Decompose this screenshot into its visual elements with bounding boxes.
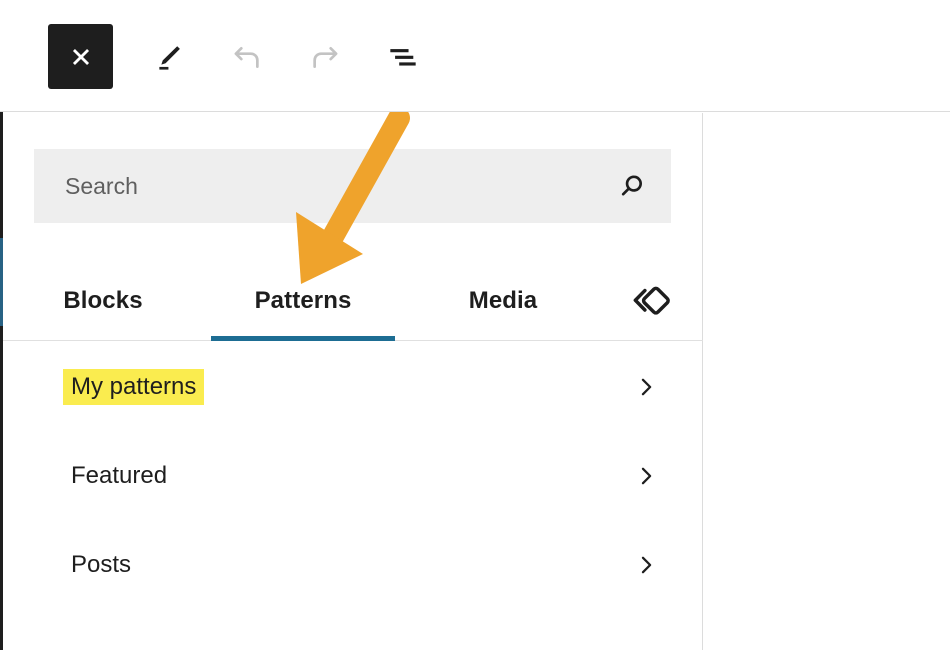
reusable-blocks-button[interactable] <box>603 261 697 340</box>
tab-patterns[interactable]: Patterns <box>203 261 403 341</box>
tab-media[interactable]: Media <box>403 261 603 340</box>
redo-arrow-icon <box>313 46 338 68</box>
editor-toolbar: Close Edit Undo Redo <box>0 0 950 112</box>
inserter-search-box[interactable] <box>34 149 671 223</box>
edit-mode-button[interactable]: Edit <box>137 25 201 89</box>
close-inserter-button[interactable]: Close <box>48 24 113 89</box>
inserter-tabs: Blocks Patterns Media <box>3 261 703 341</box>
chevron-right-icon <box>633 374 659 400</box>
reusable-block-diamond-icon <box>633 286 670 315</box>
list-view-icon <box>390 48 416 66</box>
block-inserter-panel: Blocks Patterns Media My patterns <box>3 113 703 650</box>
undo-arrow-icon <box>234 46 259 68</box>
toolbar-button-group: Close Edit Undo Redo <box>48 24 435 89</box>
tab-media-label: Media <box>468 286 538 314</box>
tab-blocks[interactable]: Blocks <box>3 261 203 340</box>
category-row-featured[interactable]: Featured <box>3 431 703 520</box>
tab-patterns-label: Patterns <box>254 286 352 314</box>
pencil-icon <box>159 45 180 70</box>
category-label: Posts <box>71 550 132 578</box>
undo-button[interactable]: Undo <box>215 25 279 89</box>
category-label: My patterns <box>63 368 205 405</box>
redo-button[interactable]: Redo <box>293 25 357 89</box>
tab-blocks-label: Blocks <box>63 286 143 314</box>
pattern-category-list: My patterns Featured Posts <box>3 342 703 609</box>
chevron-right-icon <box>633 463 659 489</box>
search-magnifier-icon <box>621 175 642 196</box>
category-label: Featured <box>71 461 168 489</box>
category-row-my-patterns[interactable]: My patterns <box>3 342 703 431</box>
category-row-posts[interactable]: Posts <box>3 520 703 609</box>
document-overview-button[interactable]: Document Overview <box>371 25 435 89</box>
chevron-right-icon <box>633 552 659 578</box>
search-input[interactable] <box>65 149 601 223</box>
close-x-icon <box>72 48 89 65</box>
search-button[interactable] <box>601 149 663 223</box>
editor-root: Close Edit Undo Redo <box>0 0 950 650</box>
